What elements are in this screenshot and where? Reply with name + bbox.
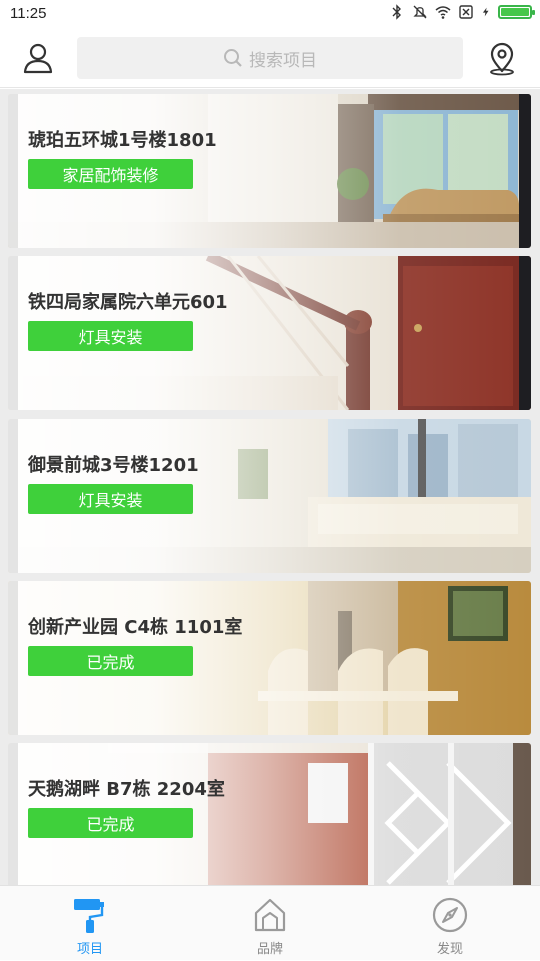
compass-icon — [432, 897, 468, 933]
project-status-badge: 灯具安装 — [28, 321, 193, 351]
project-title: 琥珀五环城1号楼1801 — [28, 130, 217, 151]
card-left-edge — [8, 581, 18, 735]
project-title: 创新产业园 C4栋 1101室 — [28, 617, 243, 638]
tab-projects[interactable]: 项目 — [0, 886, 180, 961]
project-title: 御景前城3号楼1201 — [28, 455, 199, 476]
project-status-badge: 家居配饰装修 — [28, 159, 193, 189]
project-card[interactable]: 创新产业园 C4栋 1101室 已完成 — [8, 581, 531, 735]
card-left-edge — [8, 94, 18, 248]
status-bar: 11:25 — [0, 0, 540, 28]
bottom-tab-bar: 项目 品牌 发现 — [0, 885, 540, 960]
project-title: 铁四局家属院六单元601 — [28, 292, 228, 313]
tab-label: 品牌 — [256, 942, 283, 957]
battery-icon — [498, 5, 535, 19]
tab-label: 项目 — [76, 942, 103, 957]
tab-discover[interactable]: 发现 — [360, 886, 540, 961]
card-left-edge — [8, 743, 18, 885]
user-icon[interactable] — [20, 40, 56, 76]
card-left-edge — [8, 256, 18, 410]
project-card[interactable]: 铁四局家属院六单元601 灯具安装 — [8, 256, 531, 410]
project-card[interactable]: 天鹅湖畔 B7栋 2204室 已完成 — [8, 743, 531, 885]
tab-label: 发现 — [436, 942, 463, 957]
location-icon[interactable] — [484, 40, 520, 76]
project-status-badge: 灯具安装 — [28, 484, 193, 514]
search-placeholder: 搜索项目 — [249, 50, 317, 71]
status-time: 11:25 — [10, 5, 47, 22]
charging-icon — [482, 7, 489, 17]
battery-fill — [501, 8, 529, 16]
mute-icon — [413, 5, 427, 19]
card-right-edge — [519, 94, 531, 248]
sim-icon — [459, 5, 473, 19]
wifi-icon — [435, 6, 451, 19]
card-right-edge — [519, 256, 531, 410]
top-bar: 搜索项目 — [0, 28, 540, 88]
project-title: 天鹅湖畔 B7栋 2204室 — [28, 779, 225, 800]
project-card[interactable]: 御景前城3号楼1201 灯具安装 — [8, 419, 531, 573]
status-icons — [389, 4, 535, 20]
search-input[interactable]: 搜索项目 — [77, 37, 463, 79]
project-list: 琥珀五环城1号楼1801 家居配饰装修 铁四局家属院六单元601 灯具安装 御景… — [0, 89, 540, 885]
card-left-edge — [8, 419, 18, 573]
project-card[interactable]: 琥珀五环城1号楼1801 家居配饰装修 — [8, 94, 531, 248]
paint-roller-icon — [74, 899, 104, 933]
house-icon — [254, 898, 286, 932]
search-icon — [224, 49, 242, 67]
bluetooth-icon — [392, 4, 401, 20]
tab-brands[interactable]: 品牌 — [180, 886, 360, 961]
project-status-badge: 已完成 — [28, 808, 193, 838]
project-status-badge: 已完成 — [28, 646, 193, 676]
